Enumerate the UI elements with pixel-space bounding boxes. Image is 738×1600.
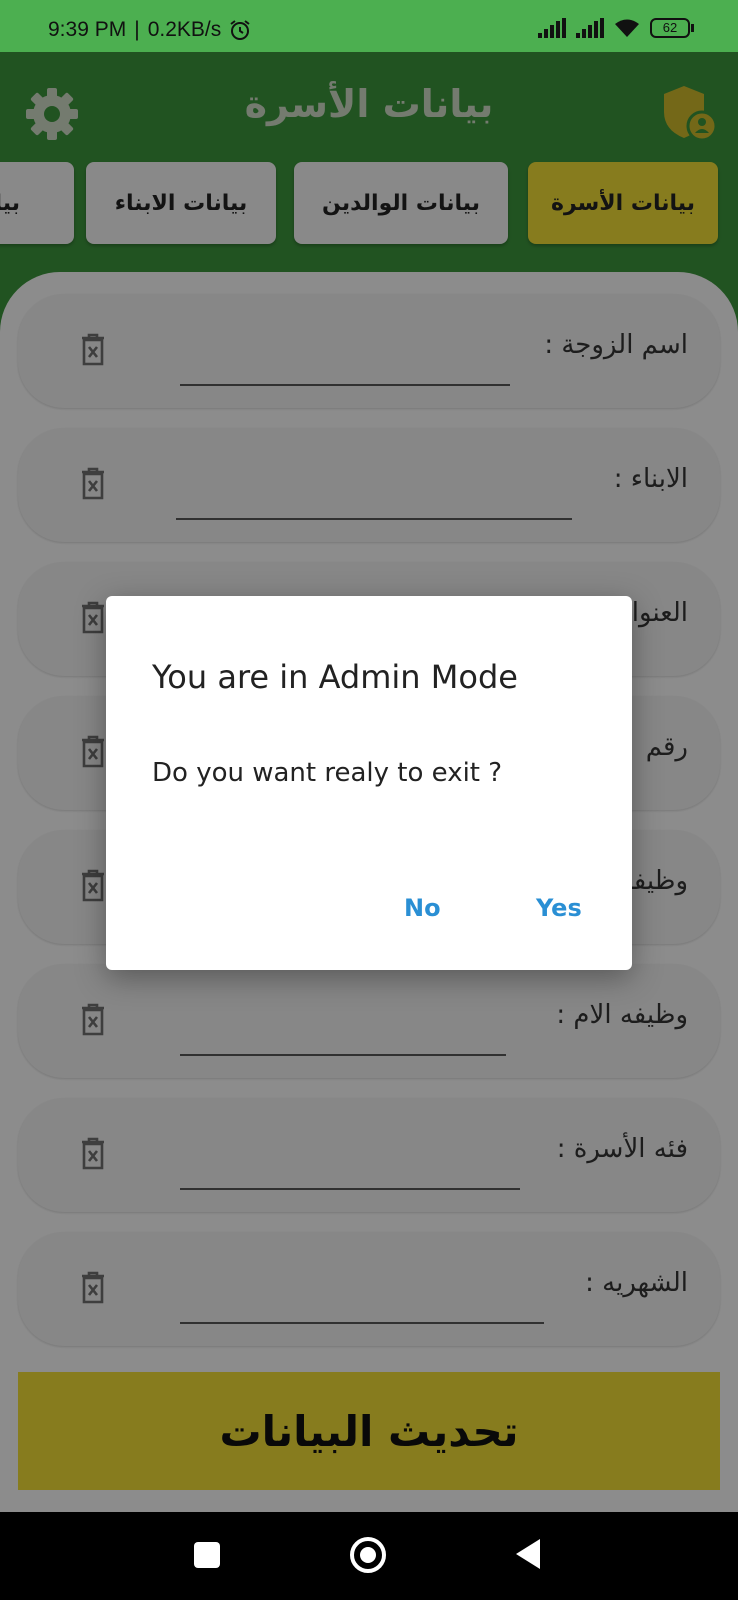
battery-icon: 62 (650, 18, 694, 38)
dialog-message: Do you want realy to exit ? (152, 758, 503, 788)
recents-icon[interactable] (194, 1542, 220, 1568)
yes-button[interactable]: Yes (536, 894, 582, 922)
dialog-title: You are in Admin Mode (152, 658, 518, 696)
admin-exit-dialog: You are in Admin Mode Do you want realy … (106, 596, 632, 970)
status-separator: | (134, 18, 140, 41)
status-right: 62 (538, 18, 694, 38)
home-icon[interactable] (350, 1537, 386, 1573)
no-button[interactable]: No (404, 894, 441, 922)
back-icon[interactable] (516, 1539, 540, 1569)
system-nav-bar (0, 1512, 738, 1600)
status-time: 9:39 PM (48, 18, 127, 41)
alarm-icon (230, 20, 250, 40)
signal-2-icon (576, 18, 604, 38)
wifi-icon (615, 19, 639, 37)
status-left: 9:39 PM | 0.2KB/s (48, 18, 251, 42)
status-speed: 0.2KB/s (147, 18, 222, 41)
signal-icon (538, 18, 566, 38)
status-bar: 9:39 PM | 0.2KB/s 62 (0, 0, 738, 52)
